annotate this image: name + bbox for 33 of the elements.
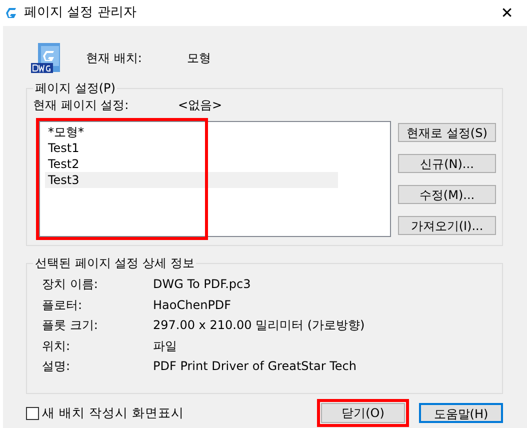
detail-value: HaoChenPDF <box>153 296 232 314</box>
action-button[interactable]: 신규(N)... <box>398 154 496 173</box>
current-page-setup-label: 현재 페이지 설정: <box>33 97 130 114</box>
detail-value: 파일 <box>153 338 177 355</box>
detail-label: 장치 이름: <box>41 276 99 294</box>
detail-label: 설명: <box>41 358 72 376</box>
close-button[interactable]: ✕ <box>487 0 527 26</box>
detail-label: 위치: <box>41 338 72 355</box>
window-title: 페이지 설정 관리자 <box>24 4 136 22</box>
current-layout-label: 현재 배치: <box>86 50 143 67</box>
page-setup-list[interactable]: *모형* Test1 Test2 Test3 <box>39 121 391 237</box>
dialog-button[interactable]: 닫기(O) <box>321 403 405 423</box>
detail-value: DWG To PDF.pc3 <box>153 276 251 294</box>
group-title: 선택된 페이지 설정 상세 정보 <box>33 255 196 271</box>
list-item[interactable]: Test1 <box>45 140 338 156</box>
checkbox[interactable] <box>26 406 39 420</box>
group-title: 페이지 설정(P) <box>33 80 118 96</box>
detail-label: 플로터: <box>41 296 84 314</box>
detail-value: PDF Print Driver of GreatStar Tech <box>153 358 356 376</box>
dwg-file-icon <box>30 42 62 74</box>
dialog-button[interactable]: 도움말(H) <box>419 403 503 423</box>
action-button[interactable]: 현재로 설정(S) <box>398 123 496 142</box>
list-item[interactable]: *모형* <box>45 124 338 140</box>
detail-label: 플롯 크기: <box>41 317 99 334</box>
list-item[interactable]: Test2 <box>45 156 338 172</box>
action-button[interactable]: 가져오기(I)... <box>398 216 496 235</box>
current-layout-value: 모형 <box>187 50 211 67</box>
list-item[interactable]: Test3 <box>45 172 338 188</box>
detail-value: 297.00 x 210.00 밀리미터 (가로방향) <box>153 317 365 334</box>
action-button[interactable]: 수정(M)... <box>398 185 496 204</box>
app-logo-icon <box>4 6 18 20</box>
current-page-setup-value: <없음> <box>178 97 222 114</box>
checkbox-label: 새 배치 작성시 화면표시 <box>42 404 184 422</box>
